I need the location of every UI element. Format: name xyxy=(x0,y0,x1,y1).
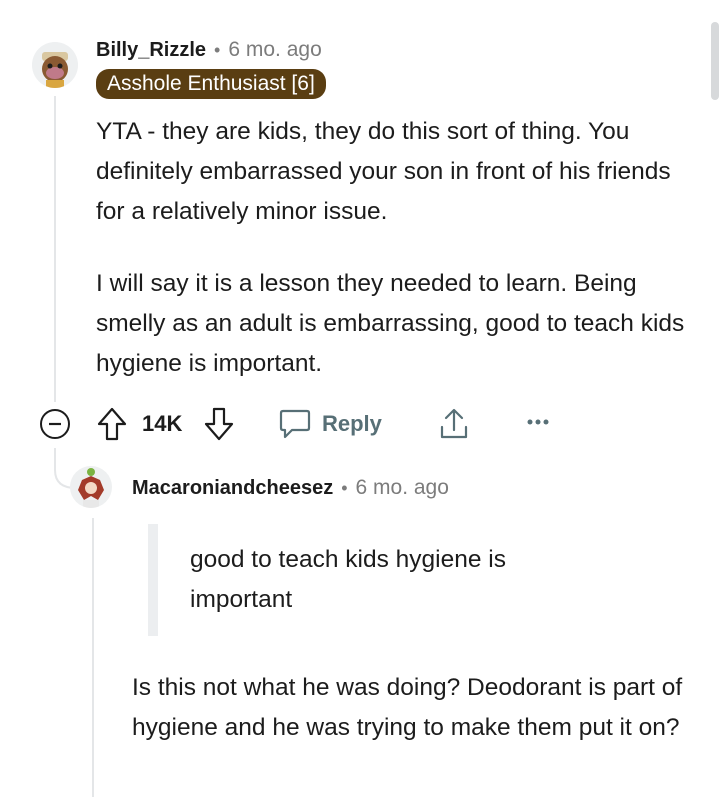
vote-score: 14K xyxy=(142,411,183,436)
quote-text: good to teach kids hygiene is important xyxy=(190,546,506,613)
share-button[interactable] xyxy=(438,406,470,442)
reply-avatar[interactable] xyxy=(70,466,112,508)
reply-label: Reply xyxy=(322,411,382,436)
upvote-icon xyxy=(97,407,127,441)
more-options-button[interactable] xyxy=(526,416,550,428)
downvote-button[interactable] xyxy=(203,406,235,442)
comment-meta: Billy_Rizzle • 6 mo. ago xyxy=(96,38,322,62)
user-flair: Asshole Enthusiast [6] xyxy=(96,69,326,99)
share-icon xyxy=(440,408,468,439)
upvote-button[interactable] xyxy=(96,406,128,442)
reply-timestamp[interactable]: 6 mo. ago xyxy=(356,476,449,499)
scrollbar[interactable] xyxy=(711,22,719,100)
reply-body: Is this not what he was doing? Deodorant… xyxy=(132,674,683,741)
collapse-icon xyxy=(40,409,70,439)
comment-paragraph: YTA - they are kids, they do this sort o… xyxy=(96,118,671,225)
meta-separator: • xyxy=(341,478,348,498)
collapse-button[interactable] xyxy=(39,408,71,440)
reply-author-name[interactable]: Macaroniandcheesez xyxy=(132,477,333,499)
quote-bar xyxy=(148,524,158,636)
meta-separator: • xyxy=(214,40,221,60)
comment-paragraph: I will say it is a lesson they needed to… xyxy=(96,270,685,377)
downvote-icon xyxy=(204,407,234,441)
thread-line-comment[interactable] xyxy=(54,96,56,402)
comment-body: YTA - they are kids, they do this sort o… xyxy=(96,112,696,384)
timestamp[interactable]: 6 mo. ago xyxy=(228,38,321,61)
reply-meta: Macaroniandcheesez • 6 mo. ago xyxy=(132,476,449,500)
reply-button[interactable]: Reply xyxy=(278,408,382,440)
reply-icon xyxy=(279,409,311,439)
more-icon xyxy=(527,419,549,425)
author-name[interactable]: Billy_Rizzle xyxy=(96,39,206,61)
thread-line-reply[interactable] xyxy=(92,518,94,797)
avatar[interactable] xyxy=(32,42,78,88)
